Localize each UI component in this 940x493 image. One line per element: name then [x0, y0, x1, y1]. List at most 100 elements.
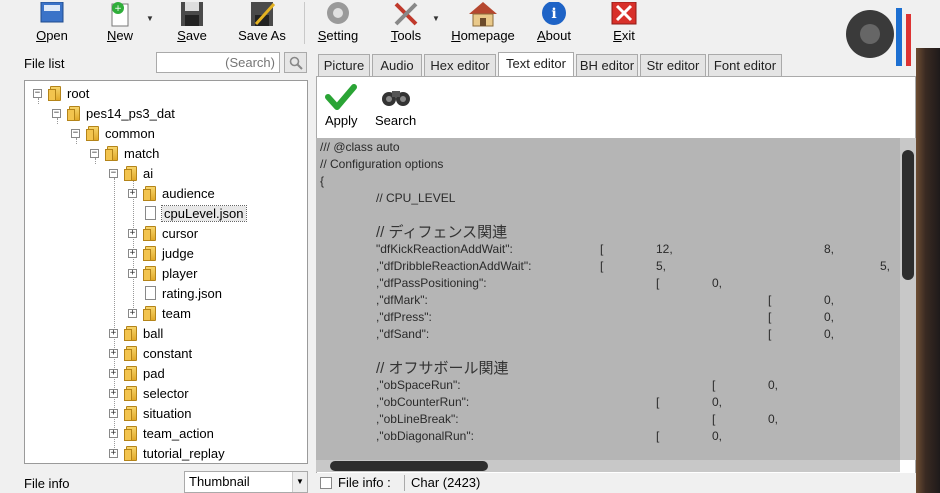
desktop-background — [916, 48, 940, 493]
tab-text-editor[interactable]: Text editor — [498, 52, 574, 76]
homepage-button[interactable]: Homepage — [450, 0, 516, 48]
expand-icon[interactable]: + — [128, 248, 137, 258]
tab-hex-editor[interactable]: Hex editor — [424, 54, 496, 76]
file-info-checkbox[interactable] — [320, 477, 332, 489]
collapse-icon[interactable]: − — [71, 128, 80, 138]
code-bracket: [ — [656, 395, 660, 409]
tree-item-team[interactable]: + team — [128, 303, 191, 323]
status-separator — [404, 475, 405, 491]
svg-text:i: i — [551, 6, 556, 22]
expand-icon[interactable]: + — [109, 448, 118, 458]
expand-icon[interactable]: + — [109, 388, 118, 398]
editor-search-button[interactable]: Search — [375, 83, 416, 128]
char-count: Char (2423) — [411, 475, 481, 490]
save-as-icon — [246, 2, 278, 28]
expand-icon[interactable]: + — [109, 428, 118, 438]
code-key: ,"obCounterRun": — [376, 395, 470, 409]
svg-text:+: + — [114, 4, 122, 14]
vertical-scroll-thumb[interactable] — [902, 150, 914, 280]
open-button[interactable]: Open — [30, 0, 74, 48]
tree-item-audience[interactable]: + audience — [128, 183, 215, 203]
file-icon — [145, 206, 156, 220]
tab-picture[interactable]: Picture — [318, 54, 370, 76]
expand-icon[interactable]: + — [109, 408, 118, 418]
code-bracket: [ — [768, 310, 772, 324]
apply-button[interactable]: Apply — [325, 83, 358, 128]
tree-item-team-action[interactable]: + team_action — [109, 423, 214, 443]
setting-label: Setting — [317, 28, 359, 43]
tab-str-editor[interactable]: Str editor — [640, 54, 706, 76]
collapse-icon[interactable]: − — [90, 148, 99, 158]
collapse-icon[interactable]: − — [109, 168, 118, 178]
code-comment: // ディフェンス関連 — [376, 224, 508, 241]
code-key: ,"obSpaceRun": — [376, 378, 461, 392]
tools-button[interactable]: Tools — [386, 0, 426, 48]
expand-icon[interactable]: + — [128, 228, 137, 238]
vertical-scrollbar[interactable] — [900, 138, 916, 460]
save-button[interactable]: Save — [172, 0, 212, 48]
about-button[interactable]: i About — [532, 0, 576, 48]
collapse-icon[interactable]: − — [52, 108, 61, 118]
expand-icon[interactable]: + — [128, 308, 137, 318]
tree-item-pad[interactable]: + pad — [109, 363, 165, 383]
exit-button[interactable]: Exit — [604, 0, 644, 48]
new-file-icon: + — [104, 2, 136, 28]
tab-font-editor[interactable]: Font editor — [708, 54, 782, 76]
expand-icon[interactable]: + — [109, 368, 118, 378]
tree-item-player[interactable]: + player — [128, 263, 197, 283]
code-key: ,"dfDribbleReactionAddWait": — [376, 259, 532, 273]
tree-item-situation[interactable]: + situation — [109, 403, 191, 423]
code-value: 8, — [824, 242, 835, 256]
code-key: ,"dfPassPositioning": — [376, 276, 487, 290]
status-bar: File info : Char (2423) — [316, 473, 916, 493]
tree-item-ai[interactable]: − ai — [109, 163, 153, 183]
file-tree[interactable]: − root − pes14_ps3_dat − common − match − ai … — [24, 80, 308, 464]
expand-icon[interactable]: + — [128, 268, 137, 278]
save-icon — [176, 2, 208, 28]
new-dropdown-icon[interactable]: ▼ — [146, 14, 154, 23]
tree-item-pes14[interactable]: − pes14_ps3_dat — [52, 103, 175, 123]
tab-audio[interactable]: Audio — [372, 54, 422, 76]
view-mode-select[interactable]: Thumbnail ▼ — [184, 471, 308, 493]
collapse-icon[interactable]: − — [33, 88, 42, 98]
code-key: ,"obLineBreak": — [376, 412, 459, 426]
code-value: 0, — [712, 429, 723, 443]
expand-icon[interactable]: + — [128, 188, 137, 198]
folder-icon — [143, 226, 157, 241]
tree-item-constant[interactable]: + constant — [109, 343, 192, 363]
tree-item-root[interactable]: − root — [33, 83, 89, 103]
folder-icon — [124, 326, 138, 341]
save-as-button[interactable]: Save As — [234, 0, 290, 48]
open-label: Open — [36, 28, 68, 43]
search-button[interactable] — [284, 52, 307, 73]
file-search-input[interactable] — [156, 52, 280, 73]
setting-button[interactable]: Setting — [314, 0, 362, 48]
code-value: 0, — [768, 412, 779, 426]
folder-icon — [124, 166, 138, 181]
file-list-label: File list — [24, 56, 65, 71]
new-button[interactable]: + New — [100, 0, 140, 48]
folder-icon — [143, 306, 157, 321]
folder-icon — [143, 186, 157, 201]
tree-item-ball[interactable]: + ball — [109, 323, 163, 343]
horizontal-scroll-thumb[interactable] — [330, 461, 488, 471]
tree-item-cursor[interactable]: + cursor — [128, 223, 198, 243]
tree-item-tutorial-replay[interactable]: + tutorial_replay — [109, 443, 225, 463]
horizontal-scrollbar[interactable] — [316, 460, 900, 472]
tree-item-cpulevel-json[interactable]: cpuLevel.json — [128, 203, 247, 223]
tab-bh-editor[interactable]: BH editor — [576, 54, 638, 76]
tree-item-rating-json[interactable]: rating.json — [128, 283, 222, 303]
tree-item-selector[interactable]: + selector — [109, 383, 189, 403]
tree-item-match[interactable]: − match — [90, 143, 159, 163]
tree-item-judge[interactable]: + judge — [128, 243, 194, 263]
code-key: ,"obDiagonalRun": — [376, 429, 474, 443]
text-editor-area[interactable]: /// @class auto // Configuration options… — [316, 138, 900, 460]
folder-icon — [124, 366, 138, 381]
expand-icon[interactable]: + — [109, 328, 118, 338]
toolbar-separator — [304, 2, 305, 44]
expand-icon[interactable]: + — [109, 348, 118, 358]
tools-dropdown-icon[interactable]: ▼ — [432, 14, 440, 23]
folder-icon — [48, 86, 62, 101]
tree-item-common[interactable]: − common — [71, 123, 155, 143]
folder-icon — [105, 146, 119, 161]
